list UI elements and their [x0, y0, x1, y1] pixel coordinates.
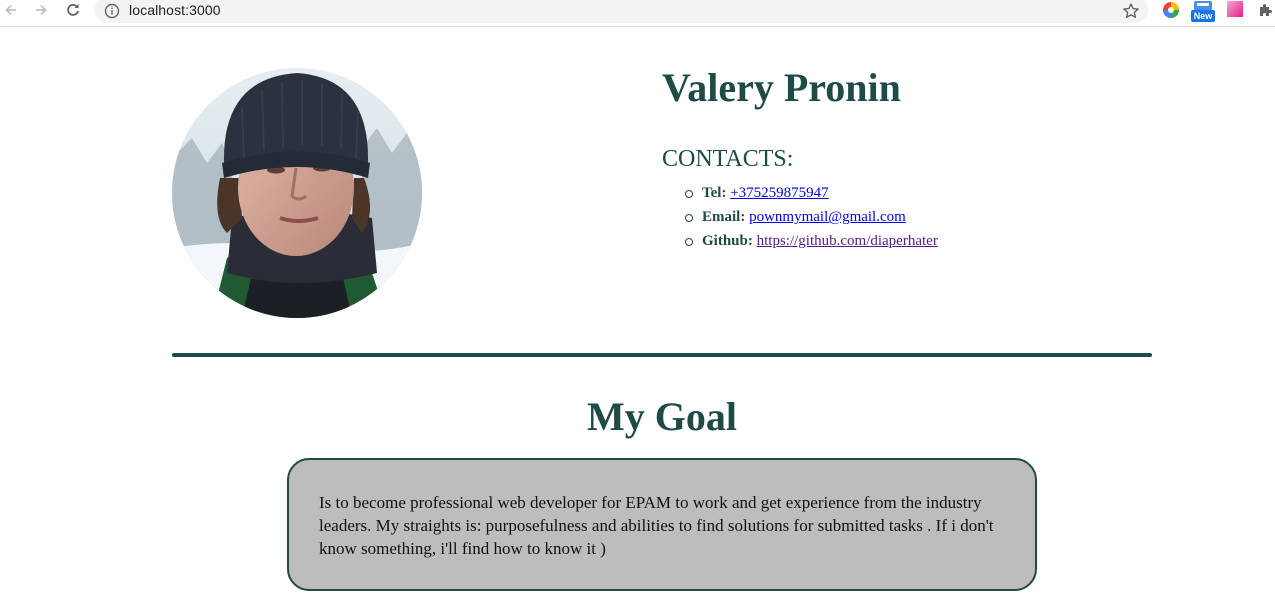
email-link[interactable]: pownmymail@gmail.com	[749, 209, 906, 225]
section-divider	[172, 353, 1152, 357]
contacts-list: Tel: +375259875947 Email: pownmymail@gma…	[685, 184, 938, 256]
reload-icon	[67, 4, 79, 16]
color-picker-extension-icon[interactable]	[1162, 1, 1180, 19]
forward-arrow-icon	[36, 4, 47, 16]
forward-button[interactable]	[30, 0, 52, 20]
contact-item-github: Github: https://github.com/diaperhater	[685, 232, 938, 256]
reload-button[interactable]	[62, 0, 84, 20]
address-bar[interactable]: localhost:3000	[94, 0, 1148, 23]
profile-photo	[172, 68, 422, 318]
contact-label: Tel:	[702, 185, 727, 201]
contact-label: Github:	[702, 233, 753, 249]
goal-text: Is to become professional web developer …	[319, 493, 994, 558]
github-link[interactable]: https://github.com/diaperhater	[757, 233, 938, 249]
goal-heading: My Goal	[587, 394, 737, 439]
goal-text-box: Is to become professional web developer …	[287, 458, 1037, 591]
list-bullet-icon	[685, 190, 693, 198]
browser-toolbar: localhost:3000 New	[0, 0, 1275, 27]
list-bullet-icon	[685, 214, 693, 222]
phone-link[interactable]: +375259875947	[730, 185, 828, 201]
new-extension-button[interactable]: New	[1191, 0, 1215, 22]
new-badge: New	[1191, 10, 1215, 22]
list-bullet-icon	[685, 238, 693, 246]
contacts-heading: CONTACTS:	[662, 146, 794, 172]
contact-item-tel: Tel: +375259875947	[685, 184, 938, 208]
back-button[interactable]	[0, 0, 22, 20]
contact-label: Email:	[702, 209, 746, 225]
gradient-extension-icon[interactable]	[1227, 1, 1243, 17]
page-title: Valery Pronin	[662, 65, 901, 110]
extensions-puzzle-icon[interactable]	[1258, 2, 1274, 18]
contact-item-email: Email: pownmymail@gmail.com	[685, 208, 938, 232]
bookmark-star-icon[interactable]	[1122, 2, 1140, 20]
url-text[interactable]: localhost:3000	[129, 2, 221, 18]
avatar	[172, 68, 422, 318]
back-arrow-icon	[5, 4, 16, 16]
info-icon[interactable]	[104, 3, 120, 19]
